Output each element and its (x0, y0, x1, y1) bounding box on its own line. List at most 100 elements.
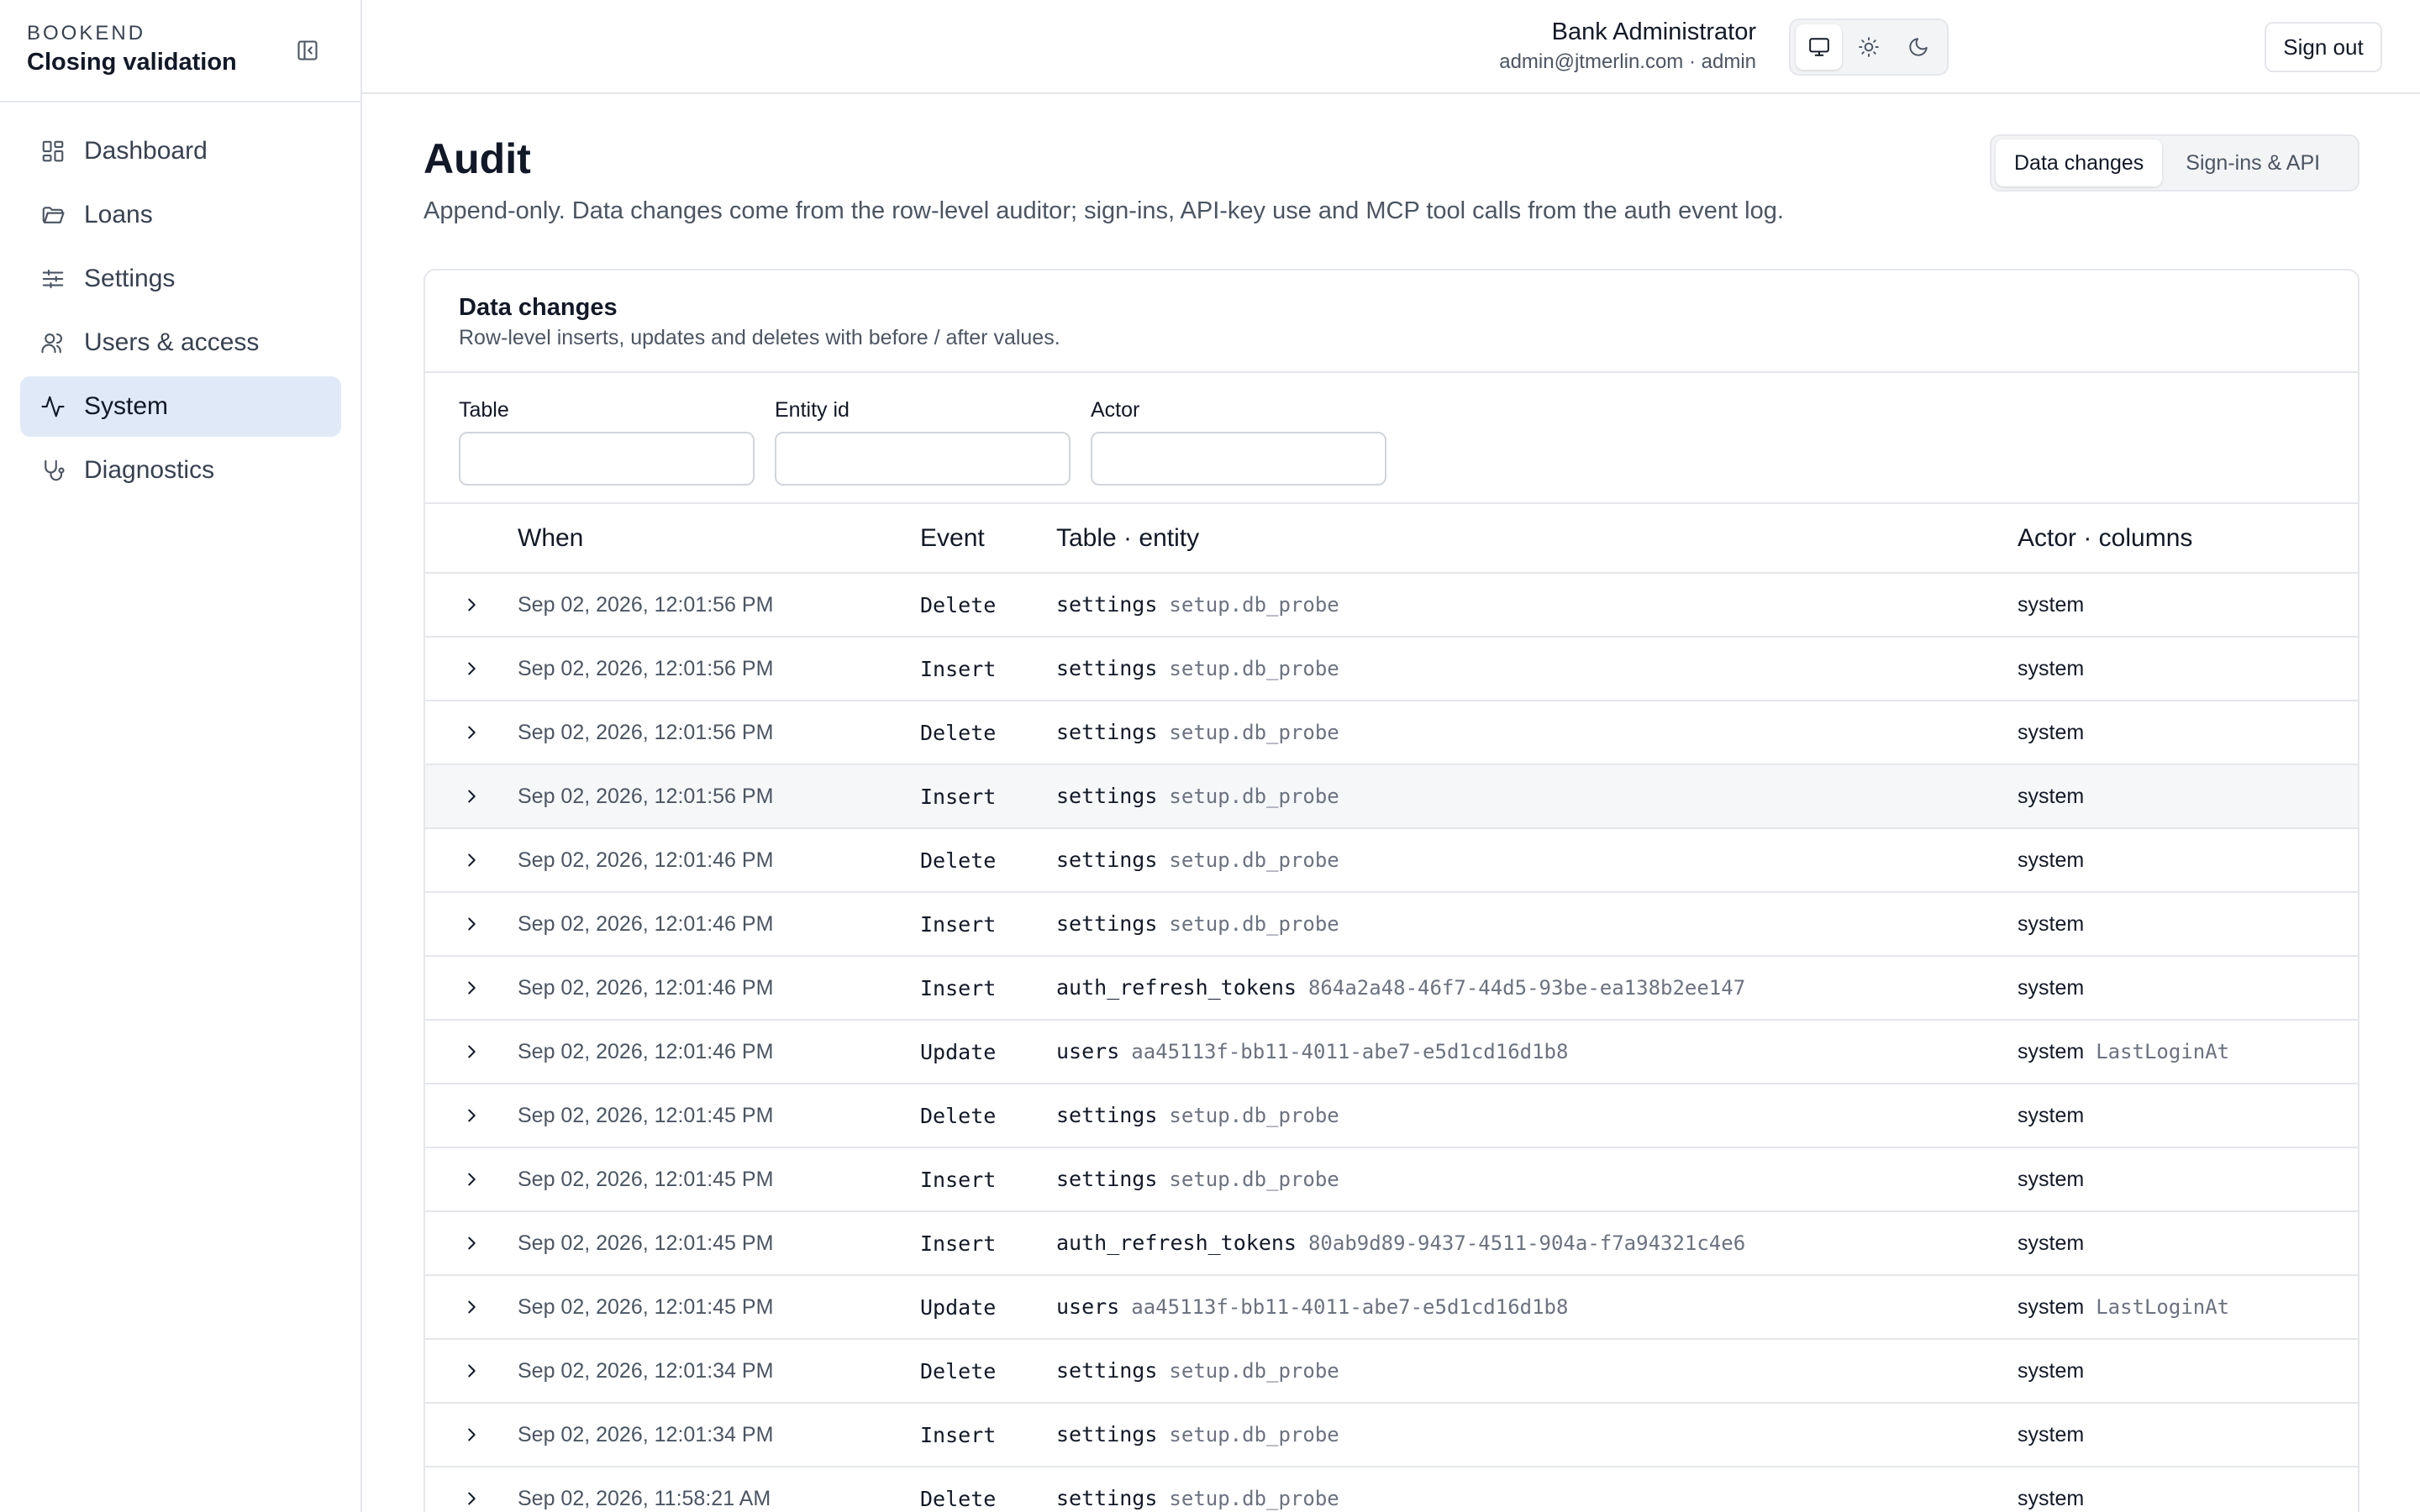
table-name: settings (1056, 848, 1158, 872)
table-name: settings (1056, 1486, 1158, 1510)
table-row[interactable]: Sep 02, 2026, 12:01:46 PM Update users aa45… (425, 1020, 2358, 1084)
expand-row-button[interactable] (425, 1170, 518, 1189)
table-row[interactable]: Sep 02, 2026, 12:01:45 PM Delete settings s… (425, 1084, 2358, 1147)
expand-row-button[interactable] (425, 1106, 518, 1125)
expand-row-button[interactable] (425, 723, 518, 742)
when-cell: Sep 02, 2026, 12:01:34 PM (518, 1358, 774, 1383)
when-cell: Sep 02, 2026, 12:01:45 PM (518, 1167, 774, 1191)
chevron-right-icon (468, 917, 476, 931)
entity-id-filter-input[interactable] (775, 432, 1071, 486)
actor-columns-cell: system (2018, 1339, 2358, 1403)
entity-id-filter: Entity id (775, 395, 1071, 486)
expand-cell (425, 1020, 518, 1084)
expand-row-button[interactable] (425, 596, 518, 614)
expand-row-button[interactable] (425, 787, 518, 806)
table-row[interactable]: Sep 02, 2026, 12:01:56 PM Delete settings s… (425, 573, 2358, 637)
table-row[interactable]: Sep 02, 2026, 12:01:46 PM Insert settings s… (425, 892, 2358, 956)
actor-filter-label: Actor (1091, 398, 1140, 422)
expand-cell (425, 1211, 518, 1275)
table-row[interactable]: Sep 02, 2026, 12:01:45 PM Update users aa45… (425, 1275, 2358, 1339)
table-row[interactable]: Sep 02, 2026, 12:01:46 PM Delete settings s… (425, 828, 2358, 892)
table-name: settings (1056, 1358, 1158, 1383)
sidebar-item-diagnostics[interactable]: Diagnostics (20, 440, 341, 501)
table-filter-input[interactable] (459, 432, 755, 486)
theme-light-button[interactable] (1845, 24, 1891, 70)
actor-columns-cell: system (2018, 892, 2358, 956)
table-entity-cell: settings setup.db_probe (1056, 573, 2018, 637)
actor-columns-cell: system (2018, 1147, 2358, 1211)
activity-icon (39, 392, 67, 421)
table-name: settings (1056, 1422, 1158, 1446)
event-cell: Delete (920, 1358, 997, 1383)
event-cell: Insert (920, 1167, 997, 1192)
sidebar-item-loans[interactable]: Loans (20, 185, 341, 245)
audit-table: When Event Table · entity Actor · column… (425, 504, 2358, 1512)
table-row[interactable]: Sep 02, 2026, 12:01:34 PM Delete settings s… (425, 1339, 2358, 1403)
entity-id: setup.db_probe (1169, 1359, 1339, 1383)
filters: Table Entity id Actor (425, 373, 2358, 504)
expand-row-button[interactable] (425, 1042, 518, 1061)
table-name: settings (1056, 1103, 1158, 1127)
event-cell: Insert (920, 911, 997, 937)
actor-columns-cell: system (2018, 1084, 2358, 1147)
sidebar-item-label: Dashboard (84, 137, 208, 165)
sign-out-button[interactable]: Sign out (2265, 22, 2382, 72)
expand-row-button[interactable] (425, 1425, 518, 1444)
expand-row-button[interactable] (425, 659, 518, 678)
expand-row-button[interactable] (425, 915, 518, 933)
sidebar-item-system[interactable]: System (20, 376, 341, 437)
actor-name: system (2018, 975, 2085, 1000)
entity-id: setup.db_probe (1169, 785, 1339, 808)
expand-row-button[interactable] (425, 1362, 518, 1380)
theme-system-button[interactable] (1796, 24, 1843, 70)
sidebar-item-users-access[interactable]: Users & access (20, 312, 341, 373)
sun-icon (1859, 37, 1879, 57)
tab-data-changes[interactable]: Data changes (1996, 139, 2163, 186)
table-row[interactable]: Sep 02, 2026, 12:01:46 PM Insert auth_refr… (425, 956, 2358, 1020)
chevron-right-icon (468, 1236, 476, 1250)
sidebar-item-settings[interactable]: Settings (20, 249, 341, 309)
entity-id: setup.db_probe (1169, 593, 1339, 617)
actor-name: system (2018, 1358, 2085, 1383)
table-row[interactable]: Sep 02, 2026, 12:01:56 PM Delete settings s… (425, 701, 2358, 764)
dashboard-icon (39, 137, 67, 165)
table-row[interactable]: Sep 02, 2026, 12:01:56 PM Insert settings s… (425, 764, 2358, 828)
table-row[interactable]: Sep 02, 2026, 12:01:56 PM Insert settings s… (425, 637, 2358, 701)
chevron-right-icon (468, 662, 476, 675)
actor-columns-cell: system (2018, 764, 2358, 828)
table-entity-cell: settings setup.db_probe (1056, 892, 2018, 956)
expand-cell (425, 828, 518, 892)
data-changes-card: Data changes Row-level inserts, updates … (424, 269, 2360, 1512)
expand-row-button[interactable] (425, 1298, 518, 1316)
table-name: settings (1056, 784, 1158, 808)
collapse-sidebar-button[interactable] (291, 35, 324, 66)
sidebar-nav: Dashboard Loans Settings Users & access Syst… (20, 121, 341, 504)
actor-columns-cell: system (2018, 1211, 2358, 1275)
actor-filter-input[interactable] (1091, 432, 1386, 486)
table-entity-column-header: Table · entity (1056, 523, 1200, 552)
expand-row-button[interactable] (425, 1234, 518, 1252)
moon-icon (1909, 38, 1928, 56)
table-entity-cell: settings setup.db_probe (1056, 701, 2018, 764)
when-cell: Sep 02, 2026, 12:01:56 PM (518, 656, 774, 680)
sidebar-item-dashboard[interactable]: Dashboard (20, 121, 341, 181)
chevron-right-icon (468, 1300, 476, 1314)
card-subtitle: Row-level inserts, updates and deletes w… (459, 326, 1060, 349)
expand-row-button[interactable] (425, 979, 518, 997)
expand-row-button[interactable] (425, 1489, 518, 1508)
event-cell: Insert (920, 975, 997, 1000)
expand-row-button[interactable] (425, 851, 518, 869)
expand-cell (425, 701, 518, 764)
table-row[interactable]: Sep 02, 2026, 12:01:45 PM Insert settings s… (425, 1147, 2358, 1211)
expand-cell (425, 637, 518, 701)
expand-cell (425, 892, 518, 956)
table-row[interactable]: Sep 02, 2026, 11:58:21 AM Delete settings s… (425, 1467, 2358, 1512)
actor-name: system (2018, 1167, 2085, 1191)
when-cell: Sep 02, 2026, 12:01:45 PM (518, 1294, 774, 1319)
table-row[interactable]: Sep 02, 2026, 12:01:45 PM Insert auth_refr… (425, 1211, 2358, 1275)
tab-sign-ins-api[interactable]: Sign-ins & API (2167, 139, 2338, 186)
theme-dark-button[interactable] (1896, 24, 1942, 70)
table-row[interactable]: Sep 02, 2026, 12:01:34 PM Insert settings s… (425, 1403, 2358, 1467)
table-header-row: When Event Table · entity Actor · column… (425, 504, 2358, 573)
card-header: Data changes Row-level inserts, updates … (425, 270, 2358, 373)
